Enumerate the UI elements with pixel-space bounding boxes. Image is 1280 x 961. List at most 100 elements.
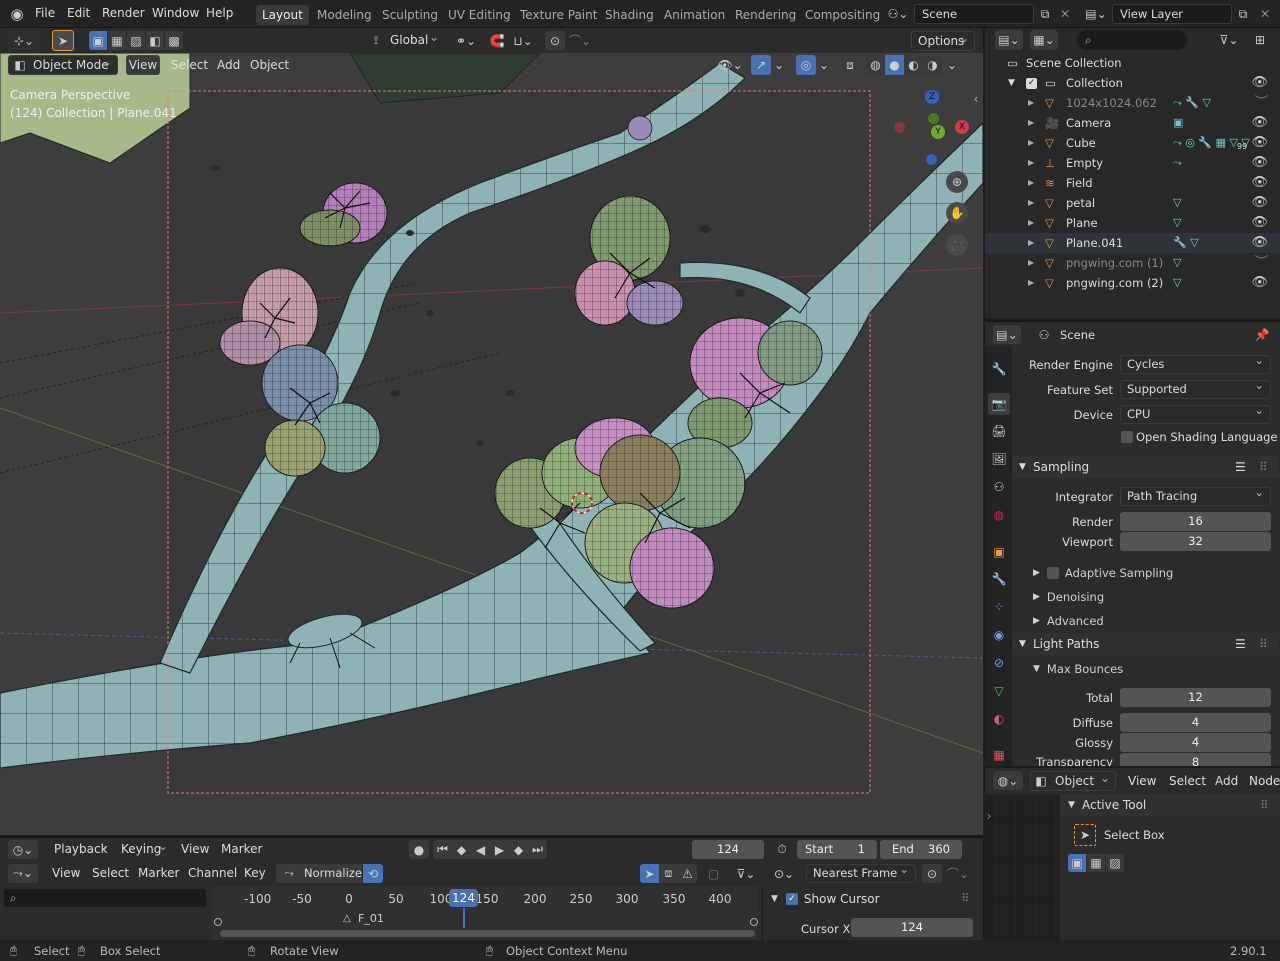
shading-rendered-icon[interactable]: ◑ [923,55,942,75]
expand-item-icon[interactable]: ▶ [1028,233,1034,253]
frame-start-field[interactable]: Start 1 [797,840,877,859]
object-tab-icon[interactable]: ▣ [988,541,1010,563]
constraints-tab-icon[interactable]: ⊘ [988,652,1010,674]
device-dropdown[interactable]: CPU [1120,402,1271,424]
xray-icon[interactable]: ⧈ [840,55,860,75]
adaptive-sampling-subpanel[interactable]: ▶ Adaptive Sampling [1033,565,1173,581]
scene-tab-icon[interactable]: ⚇ [988,476,1010,498]
graph-scrollbar[interactable] [220,930,755,937]
blender-logo-icon[interactable]: ◉ [8,5,26,23]
scene-icon[interactable]: ⚇⌄ [886,5,910,23]
visibility-icon[interactable]: 👁 [1251,273,1268,293]
timeline-editor-type-icon[interactable]: ◷⌄ [8,840,38,859]
pin-icon[interactable]: 📌 [1253,326,1271,344]
node-menu-node[interactable]: Node [1249,774,1280,788]
expand-item-icon[interactable]: ▶ [1028,113,1034,133]
menu-file[interactable]: File [35,6,55,20]
select-mode-subtract-icon[interactable]: ▨ [127,31,145,50]
total-bounces-field[interactable]: 12 [1120,688,1271,707]
scene-selector[interactable]: Scene [914,4,1034,24]
filter-channels-icon[interactable]: ⊽⌄ [730,864,762,883]
proportional-graph-falloff-icon[interactable]: ⌒⌄ [943,864,973,883]
select-mode-new-icon[interactable]: ▣ [89,31,107,50]
select-mode-invert-icon[interactable]: ◧ [146,31,164,50]
adaptive-sampling-checkbox[interactable] [1046,567,1059,579]
visibility-icon[interactable]: 👁 [1251,133,1268,153]
tool-tab-icon[interactable]: 🔧 [988,358,1010,380]
expand-item-icon[interactable]: ▶ [1028,253,1034,273]
modifier-data-icons[interactable]: ▽ [1173,213,1181,233]
play-icon[interactable]: ▶ [490,840,509,859]
menu-help[interactable]: Help [206,6,233,20]
node-editor[interactable]: ◍⌄ Object ◧ View Select Add Node › ▼ Act… [985,768,1280,940]
visibility-icon[interactable]: ︶ [1255,93,1268,113]
light-paths-panel-header[interactable]: ▼ Light Paths ☰ ⠿ [1013,633,1279,655]
tab-animation[interactable]: Animation [658,5,731,25]
outliner-item-3[interactable]: ▶ ⊥ Empty ⤳ 👁 [985,153,1280,173]
outliner-item-1[interactable]: ▶ 🎥 Camera ▣ 👁 [985,113,1280,133]
modifier-data-icons[interactable]: ⤳ 🔧 ▽ [1173,93,1211,113]
camera-view-icon[interactable]: 🎥 [946,234,968,256]
viewport-menu-add[interactable]: Add [217,58,240,72]
select-tool-icon[interactable]: ➤ [52,30,74,51]
expand-item-icon[interactable]: ▶ [1028,133,1034,153]
gizmo-dropdown-icon[interactable]: ⌄ [771,55,787,75]
collection-checkbox[interactable]: ✓ [1026,78,1037,89]
pivot-point-icon[interactable]: ⚭⌄ [450,31,482,50]
modifier-data-icons[interactable]: ▽ [1173,273,1181,293]
new-view-layer-icon[interactable]: ⧉ [1234,5,1252,23]
expand-collection-icon[interactable]: ▼ [1008,73,1015,93]
show-cursor-checkbox[interactable]: ✓ [785,893,798,905]
outliner-item-2[interactable]: ▶ ▽ Cube ⤳ ◎ 🔧 ▦ ▽ ▽ 👁 99 [985,133,1280,153]
shading-material-icon[interactable]: ◐ [904,55,923,75]
integrator-dropdown[interactable]: Path Tracing [1120,484,1271,506]
axis-x-icon[interactable]: X [955,120,969,134]
play-reverse-icon[interactable]: ◀ [471,840,490,859]
modifier-data-icons[interactable]: ▣ [1173,113,1183,133]
only-selected-icon[interactable]: ➤ [640,864,659,883]
proportional-edit-icon[interactable]: ⊙ [545,31,565,50]
sampling-panel-header[interactable]: ▼ Sampling ☰ ⠿ [1013,456,1279,478]
render-engine-dropdown[interactable]: Cycles [1120,352,1271,374]
editor-type-icon[interactable]: ⊹⌄ [8,31,40,50]
display-mode-icon[interactable]: ▦⌄ [1030,30,1058,50]
outliner-item-0[interactable]: ▶ ▽ 1024x1024.062 ⤳ 🔧 ▽ ︶ [985,93,1280,113]
proportional-falloff-icon[interactable]: ⌒⌄ [566,31,594,50]
light-paths-drag-icon[interactable]: ⠿ [1259,633,1268,655]
outliner-item-6[interactable]: ▶ ▽ Plane ▽ 👁 [985,213,1280,233]
snap-target-icon[interactable]: ⊔⌄ [507,31,539,50]
visibility-icon[interactable]: 👁⌄ [714,55,746,75]
node-menu-add[interactable]: Add [1215,774,1238,788]
outliner-item-8[interactable]: ▶ ▽ pngwing.com (1) ▽ ︶ [985,253,1280,273]
show-cursor-header[interactable]: ▼ ✓ Show Cursor [771,891,880,907]
axis-y-icon[interactable]: Y [931,125,945,139]
modifier-data-icons[interactable]: ▽ [1173,193,1181,213]
axis-neg-y-icon[interactable] [928,113,939,124]
current-frame-field[interactable]: 124 [692,840,764,859]
preview-range-icon[interactable]: ⏱ [772,840,792,859]
timeline-view-menu[interactable]: View [181,842,209,856]
graph-menu-key[interactable]: Key [244,866,266,880]
tab-modeling[interactable]: Modeling [311,5,378,25]
next-keyframe-icon[interactable]: ◆ [509,840,528,859]
playhead-frame-badge[interactable]: 124 [449,889,478,907]
sampling-drag-icon[interactable]: ⠿ [1259,456,1268,478]
outliner-search-input[interactable]: ⌕ [1077,30,1187,50]
collapse-sidebar-icon[interactable]: ‹ [970,91,982,107]
axis-z-icon[interactable]: Z [925,90,939,104]
expand-item-icon[interactable]: ▶ [1028,173,1034,193]
tab-shading[interactable]: Shading [599,5,660,25]
record-icon[interactable]: ● [409,840,429,859]
cursor-pivot-icon[interactable]: ▢ [704,864,723,883]
graph-editor-type-icon[interactable]: ⤳⌄ [8,864,38,883]
collection-visibility-icon[interactable]: 👁 [1251,73,1268,93]
data-tab-icon[interactable]: ▽ [988,680,1010,702]
snap-mode-dropdown[interactable]: Nearest Frame [806,861,916,883]
pivot-graph-icon[interactable]: ⊙⌄ [770,864,798,883]
delete-scene-icon[interactable]: ✕ [1056,5,1074,23]
expand-item-icon[interactable]: ▶ [1028,273,1034,293]
proportional-graph-icon[interactable]: ⊙ [922,864,942,883]
new-scene-icon[interactable]: ⧉ [1036,5,1054,23]
output-tab-icon[interactable]: 🖨 [988,420,1010,442]
timeline-marker-menu[interactable]: Marker [221,842,262,856]
